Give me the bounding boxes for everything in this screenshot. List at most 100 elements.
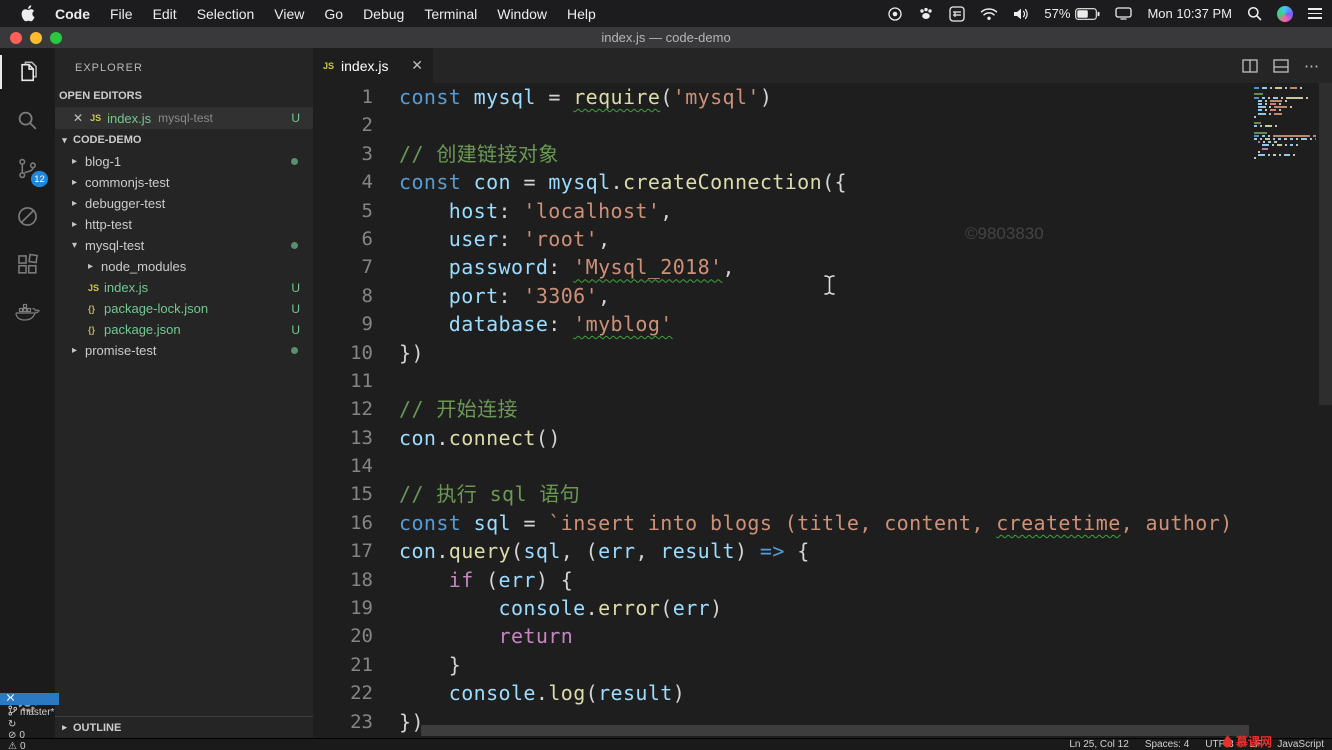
code-line-4[interactable]: 4 const con = mysql.createConnection({	[313, 168, 1273, 196]
outline-section-header[interactable]: ▸ OUTLINE	[55, 716, 313, 738]
code-line-16[interactable]: 16 const sql = `insert into blogs (title,…	[313, 509, 1273, 537]
code-line-8[interactable]: 8 port: '3306',	[313, 282, 1273, 310]
wifi-icon[interactable]	[980, 7, 998, 21]
menu-item-file[interactable]: File	[100, 6, 143, 22]
tree-item-promise-test[interactable]: ▸ promise-test	[55, 340, 313, 361]
statusbar-spaces[interactable]: Spaces: 4	[1145, 739, 1189, 750]
more-actions-icon[interactable]: ⋯	[1304, 57, 1320, 75]
menu-item-window[interactable]: Window	[487, 6, 557, 22]
open-editors-section-header[interactable]: OPEN EDITORS	[55, 85, 313, 107]
paw-icon[interactable]	[918, 6, 934, 21]
vertical-scrollbar[interactable]	[1319, 83, 1332, 405]
menubar-clock[interactable]: Mon 10:37 PM	[1147, 6, 1232, 21]
line-number[interactable]: 10	[313, 339, 373, 367]
line-number[interactable]: 6	[313, 225, 373, 253]
tree-item-http-test[interactable]: ▸ http-test	[55, 214, 313, 235]
minimap[interactable]	[1254, 87, 1316, 160]
menu-item-edit[interactable]: Edit	[143, 6, 187, 22]
tree-item-index.js[interactable]: JS index.js U	[55, 277, 313, 298]
code-line-19[interactable]: 19 console.error(err)	[313, 594, 1273, 622]
code-line-7[interactable]: 7 password: 'Mysql_2018',	[313, 253, 1273, 281]
code-line-17[interactable]: 17 con.query(sql, (err, result) => {	[313, 537, 1273, 565]
code-line-6[interactable]: 6 user: 'root',	[313, 225, 1273, 253]
code-line-12[interactable]: 12 // 开始连接	[313, 395, 1273, 423]
code-line-10[interactable]: 10})	[313, 339, 1273, 367]
line-number[interactable]: 19	[313, 594, 373, 622]
line-number[interactable]: 23	[313, 708, 373, 736]
code-line-5[interactable]: 5 host: 'localhost',	[313, 197, 1273, 225]
line-number[interactable]: 14	[313, 452, 373, 480]
menu-item-help[interactable]: Help	[557, 6, 606, 22]
toggle-layout-icon[interactable]	[1273, 58, 1289, 73]
input-source-icon[interactable]	[949, 5, 966, 22]
extensions-activity-icon[interactable]	[0, 240, 55, 288]
code-line-1[interactable]: 1 const mysql = require('mysql')	[313, 83, 1273, 111]
code-line-2[interactable]: 2	[313, 111, 1273, 139]
line-number[interactable]: 12	[313, 395, 373, 423]
line-number[interactable]: 2	[313, 111, 373, 139]
line-number[interactable]: 8	[313, 282, 373, 310]
apple-menu-icon[interactable]	[10, 5, 45, 22]
line-number[interactable]: 16	[313, 509, 373, 537]
tree-item-package.json[interactable]: {} package.json U	[55, 319, 313, 340]
line-number[interactable]: 21	[313, 651, 373, 679]
line-number[interactable]: 4	[313, 168, 373, 196]
code-line-22[interactable]: 22 console.log(result)	[313, 679, 1273, 707]
statusbar-javascript[interactable]: JavaScript	[1277, 739, 1324, 750]
tree-item-commonjs-test[interactable]: ▸ commonjs-test	[55, 172, 313, 193]
search-activity-icon[interactable]	[0, 96, 55, 144]
code-line-21[interactable]: 21 }	[313, 651, 1273, 679]
debug-activity-icon[interactable]	[0, 192, 55, 240]
menu-item-go[interactable]: Go	[314, 6, 353, 22]
statusbar-warning[interactable]: ⚠ 0	[8, 741, 55, 750]
code-line-18[interactable]: 18 if (err) {	[313, 566, 1273, 594]
statusbar-error[interactable]: ⊘ 0	[8, 730, 55, 741]
line-number[interactable]: 1	[313, 83, 373, 111]
menu-item-view[interactable]: View	[264, 6, 314, 22]
minimize-window-button[interactable]	[30, 31, 42, 44]
split-editor-icon[interactable]	[1242, 58, 1258, 73]
tree-item-package-lock.json[interactable]: {} package-lock.json U	[55, 298, 313, 319]
statusbar-remote[interactable]	[0, 693, 59, 705]
line-number[interactable]: 3	[313, 140, 373, 168]
menu-item-terminal[interactable]: Terminal	[414, 6, 487, 22]
zoom-window-button[interactable]	[50, 31, 62, 44]
code-line-3[interactable]: 3 // 创建链接对象	[313, 140, 1273, 168]
line-number[interactable]: 22	[313, 679, 373, 707]
tree-item-node_modules[interactable]: ▸ node_modules	[55, 256, 313, 277]
line-number[interactable]: 17	[313, 537, 373, 565]
open-editor-item[interactable]: ✕ JS index.js mysql-test U	[55, 107, 313, 129]
code-line-9[interactable]: 9 database: 'myblog'	[313, 310, 1273, 338]
code-editor[interactable]: 1 const mysql = require('mysql') 2 3 // 创建链接…	[313, 83, 1332, 738]
code-line-11[interactable]: 11	[313, 367, 1273, 395]
code-line-15[interactable]: 15 // 执行 sql 语句	[313, 480, 1273, 508]
tree-item-debugger-test[interactable]: ▸ debugger-test	[55, 193, 313, 214]
tree-item-mysql-test[interactable]: ▾ mysql-test	[55, 235, 313, 256]
source-control-activity-icon[interactable]: 12	[0, 144, 55, 192]
statusbar-branch[interactable]: master*	[8, 705, 55, 719]
line-number[interactable]: 18	[313, 566, 373, 594]
line-number[interactable]: 9	[313, 310, 373, 338]
statusbar-ln[interactable]: Ln 25, Col 12	[1069, 739, 1129, 750]
docker-activity-icon[interactable]	[0, 288, 55, 336]
spotlight-search-icon[interactable]	[1247, 6, 1262, 21]
statusbar-sync[interactable]: ↻	[8, 719, 55, 730]
menu-item-debug[interactable]: Debug	[353, 6, 414, 22]
tree-item-blog-1[interactable]: ▸ blog-1	[55, 151, 313, 172]
volume-icon[interactable]	[1013, 7, 1029, 21]
tab-close-icon[interactable]: ✕	[411, 57, 423, 74]
screen-record-icon[interactable]	[887, 6, 903, 22]
close-editor-icon[interactable]: ✕	[73, 111, 83, 125]
line-number[interactable]: 11	[313, 367, 373, 395]
line-number[interactable]: 15	[313, 480, 373, 508]
line-number[interactable]: 20	[313, 622, 373, 650]
tab-index-js[interactable]: JS index.js ✕	[313, 48, 433, 83]
close-window-button[interactable]	[10, 31, 22, 44]
menu-item-selection[interactable]: Selection	[187, 6, 265, 22]
notification-center-icon[interactable]	[1308, 8, 1322, 19]
project-section-header[interactable]: ▾ CODE-DEMO	[55, 129, 313, 151]
line-number[interactable]: 13	[313, 424, 373, 452]
line-number[interactable]: 5	[313, 197, 373, 225]
battery-indicator[interactable]: 57%	[1044, 6, 1100, 21]
siri-icon[interactable]	[1277, 5, 1293, 22]
